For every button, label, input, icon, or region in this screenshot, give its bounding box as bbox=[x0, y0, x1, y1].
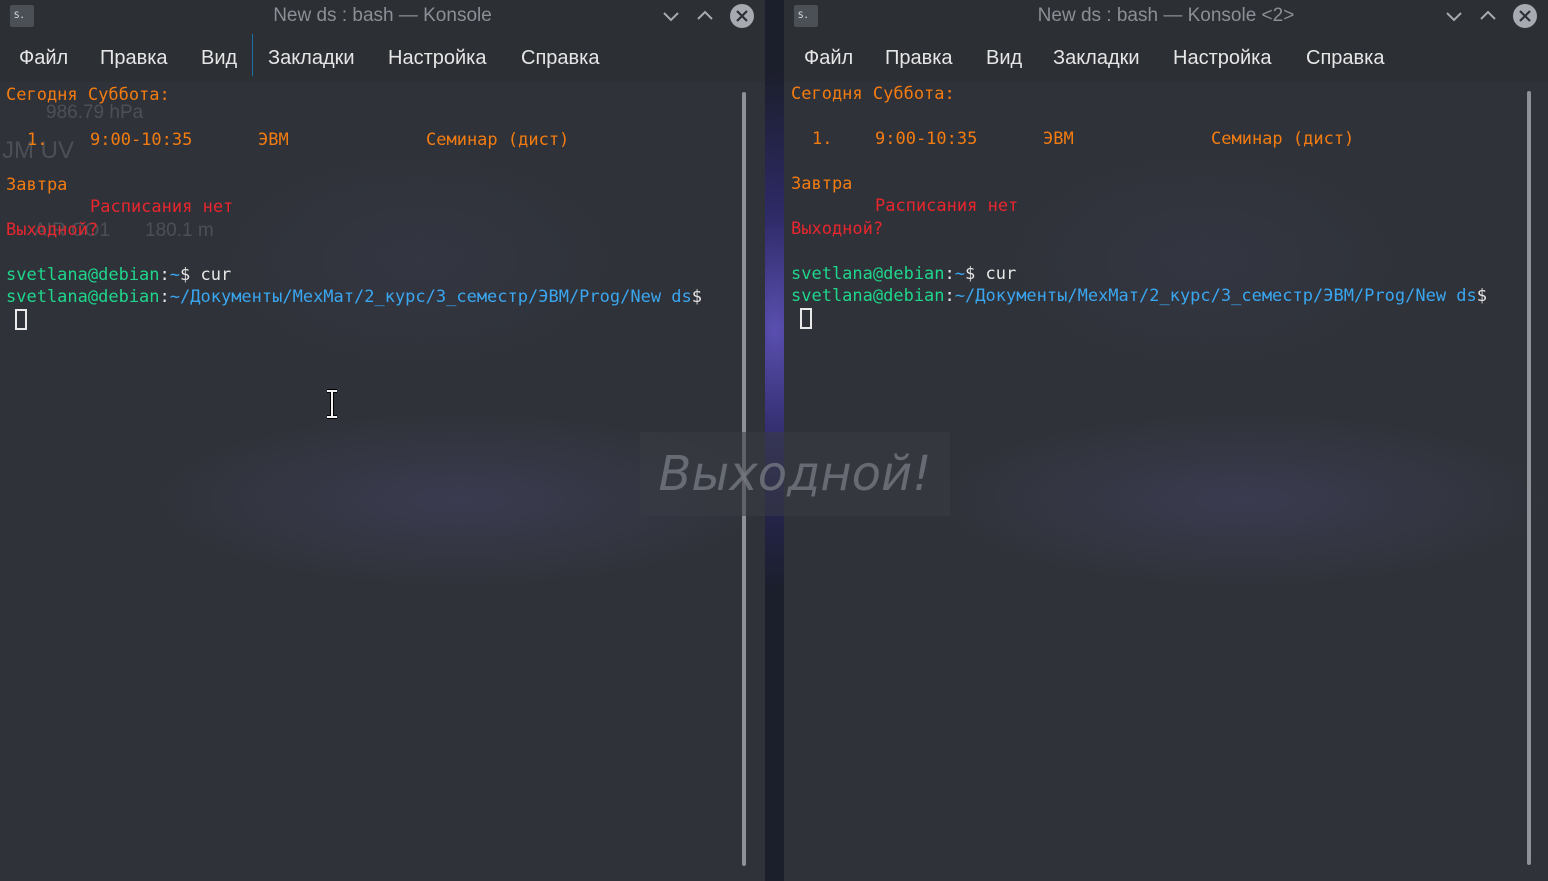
today-header: Сегодня Суббота: bbox=[791, 84, 955, 104]
menu-help[interactable]: Справка bbox=[1306, 46, 1384, 70]
menubar: Файл Правка Вид Закладки Настройка Справ… bbox=[784, 32, 1548, 82]
menu-bookmarks[interactable]: Закладки bbox=[268, 46, 355, 70]
menu-edit[interactable]: Правка bbox=[100, 46, 168, 70]
row-type: Семинар (дист) bbox=[426, 130, 570, 150]
prompt-dollar: $ bbox=[1476, 286, 1488, 306]
menu-view[interactable]: Вид bbox=[201, 46, 237, 70]
menubar: Файл Правка Вид Закладки Настройка Справ… bbox=[0, 32, 765, 82]
prompt-dollar: $ bbox=[180, 265, 191, 285]
prompt-line-1: svetlana@debian:~$ cur bbox=[6, 264, 231, 287]
window-title: New ds : bash — Konsole <2> bbox=[1037, 5, 1295, 26]
menu-help[interactable]: Справка bbox=[521, 46, 599, 70]
osd-notification: Выходной! bbox=[640, 432, 950, 516]
prompt-path: ~/Документы/МехМат/2_курс/3_семестр/ЭВМ/… bbox=[169, 287, 692, 307]
prompt-user: svetlana@debian bbox=[6, 265, 160, 285]
weekend-question: Выходной? bbox=[6, 220, 99, 240]
prompt-line-2: svetlana@debian:~/Документы/МехМат/2_кур… bbox=[791, 285, 1487, 308]
prompt-line-1: svetlana@debian:~$ cur bbox=[791, 263, 1016, 286]
weekend-question: Выходной? bbox=[791, 219, 884, 239]
menu-file[interactable]: Файл bbox=[19, 46, 68, 70]
titlebar[interactable]: S. New ds : bash — Konsole <2> bbox=[784, 0, 1548, 32]
prompt-user: svetlana@debian bbox=[791, 286, 945, 306]
maximize-button[interactable] bbox=[1476, 4, 1500, 28]
ibeam-cursor-icon bbox=[327, 389, 337, 419]
minimize-button[interactable] bbox=[659, 4, 683, 28]
chevron-up-icon bbox=[1480, 10, 1496, 20]
chevron-down-icon bbox=[1446, 12, 1462, 22]
prompt-dollar: $ bbox=[691, 287, 703, 307]
row-subject: ЭВМ bbox=[1043, 129, 1074, 149]
typed-command: cur bbox=[200, 265, 232, 285]
row-number: 1. bbox=[812, 129, 833, 149]
row-subject: ЭВМ bbox=[258, 130, 289, 150]
close-button[interactable] bbox=[729, 4, 754, 28]
prompt-user: svetlana@debian bbox=[6, 287, 160, 307]
prompt-colon: : bbox=[944, 286, 955, 306]
row-time: 9:00-10:35 bbox=[90, 130, 193, 150]
window-title: New ds : bash — Konsole bbox=[273, 5, 492, 26]
widget-elevation: 180.1 m bbox=[145, 220, 214, 241]
close-icon bbox=[1513, 4, 1537, 28]
prompt-home: ~ bbox=[169, 265, 181, 285]
row-type: Семинар (дист) bbox=[1211, 129, 1355, 149]
today-header: Сегодня Суббота: bbox=[6, 85, 170, 105]
menu-file[interactable]: Файл bbox=[804, 46, 853, 70]
menu-edit[interactable]: Правка bbox=[885, 46, 953, 70]
tomorrow-header: Завтра bbox=[791, 174, 853, 194]
prompt-colon: : bbox=[159, 287, 170, 307]
terminal-cursor bbox=[800, 308, 812, 329]
typed-command: cur bbox=[985, 264, 1017, 284]
no-schedule-text: Расписания нет bbox=[90, 197, 234, 217]
row-number: 1. bbox=[27, 130, 48, 150]
menu-view[interactable]: Вид bbox=[986, 46, 1022, 70]
close-button[interactable] bbox=[1512, 4, 1537, 28]
no-schedule-text: Расписания нет bbox=[875, 196, 1019, 216]
minimize-button[interactable] bbox=[1442, 4, 1466, 28]
prompt-colon: : bbox=[159, 265, 170, 285]
maximize-button[interactable] bbox=[693, 4, 717, 28]
prompt-user: svetlana@debian bbox=[791, 264, 945, 284]
menu-settings[interactable]: Настройка bbox=[388, 46, 486, 70]
menu-settings[interactable]: Настройка bbox=[1173, 46, 1271, 70]
menu-bookmarks[interactable]: Закладки bbox=[1053, 46, 1140, 70]
desktop: S. New ds : bash — Konsole Файл Правка В… bbox=[0, 0, 1548, 881]
row-time: 9:00-10:35 bbox=[875, 129, 978, 149]
prompt-home: ~ bbox=[954, 264, 966, 284]
prompt-dollar: $ bbox=[965, 264, 976, 284]
close-icon bbox=[730, 4, 754, 28]
prompt-line-2: svetlana@debian:~/Документы/МехМат/2_кур… bbox=[6, 286, 702, 309]
prompt-colon: : bbox=[944, 264, 955, 284]
titlebar[interactable]: S. New ds : bash — Konsole bbox=[0, 0, 765, 32]
terminal-cursor bbox=[15, 309, 27, 330]
scrollbar[interactable] bbox=[1527, 91, 1531, 865]
menu-separator bbox=[252, 34, 253, 76]
chevron-up-icon bbox=[697, 10, 713, 20]
prompt-path: ~/Документы/МехМат/2_курс/3_семестр/ЭВМ/… bbox=[954, 286, 1477, 306]
tomorrow-header: Завтра bbox=[6, 175, 68, 195]
chevron-down-icon bbox=[663, 12, 679, 22]
